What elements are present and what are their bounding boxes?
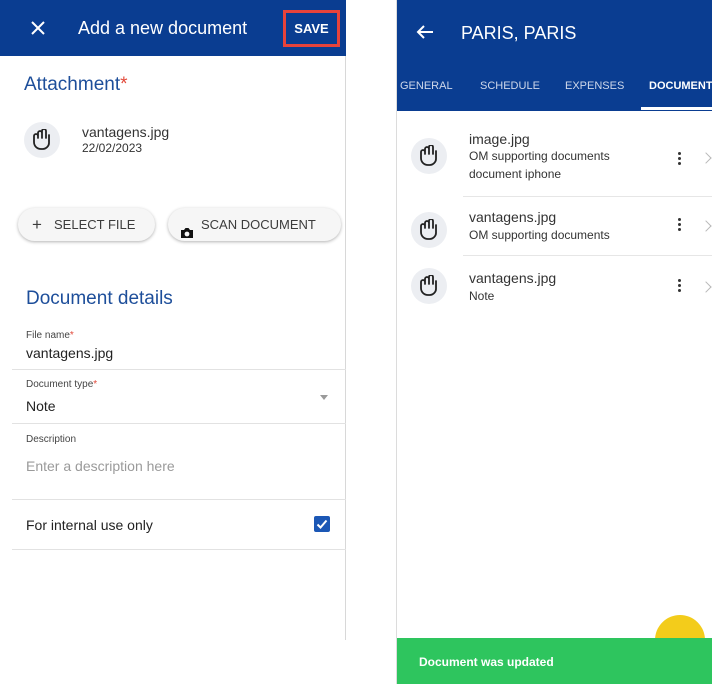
attachment-icon xyxy=(411,212,447,248)
document-name[interactable]: image.jpg xyxy=(469,131,530,147)
document-note: document iphone xyxy=(469,167,562,181)
add-document-header: Add a new document SAVE xyxy=(0,0,346,56)
scan-document-button[interactable]: SCAN DOCUMENT xyxy=(168,208,341,241)
attachment-icon xyxy=(411,138,447,174)
select-file-button[interactable]: + SELECT FILE xyxy=(18,208,155,241)
divider xyxy=(463,196,712,197)
more-vert-icon[interactable] xyxy=(678,218,682,232)
mission-documents-panel: PARIS, PARIS GENERAL SCHEDULE EXPENSES D… xyxy=(396,0,712,684)
attachment-icon xyxy=(411,268,447,304)
scan-document-label: SCAN DOCUMENT xyxy=(201,217,316,232)
divider xyxy=(463,255,712,256)
document-type-select[interactable]: Document type* Note xyxy=(12,370,346,424)
active-tab-indicator xyxy=(641,107,712,110)
required-mark: * xyxy=(69,330,74,341)
tab-schedule[interactable]: SCHEDULE xyxy=(480,80,540,92)
file-name-field[interactable]: File name* vantagens.jpg xyxy=(12,322,346,370)
document-subtitle: Note xyxy=(469,289,495,303)
document-name[interactable]: vantagens.jpg xyxy=(469,270,556,286)
description-placeholder: Enter a description here xyxy=(26,458,175,474)
mission-header: PARIS, PARIS xyxy=(397,0,712,63)
file-name-label-text: File name xyxy=(26,330,70,341)
more-vert-icon[interactable] xyxy=(678,279,682,293)
attachment-file-date: 22/02/2023 xyxy=(82,141,143,155)
select-file-label: SELECT FILE xyxy=(54,217,136,232)
chevron-right-icon[interactable] xyxy=(700,281,712,293)
attachment-section-title: Attachment* xyxy=(24,74,128,96)
add-document-panel: Add a new document SAVE Attachment* vant… xyxy=(0,0,346,640)
description-label: Description xyxy=(26,434,77,445)
document-type-label-text: Document type xyxy=(26,379,94,390)
plus-icon: + xyxy=(32,215,42,234)
tab-expenses[interactable]: EXPENSES xyxy=(565,80,624,92)
attachment-title-text: Attachment xyxy=(24,74,121,95)
mission-tabs: GENERAL SCHEDULE EXPENSES DOCUMENTS xyxy=(397,63,712,111)
document-name[interactable]: vantagens.jpg xyxy=(469,209,556,225)
document-subtitle: OM supporting documents xyxy=(469,228,610,242)
file-name-value: vantagens.jpg xyxy=(26,345,114,361)
chevron-down-icon xyxy=(320,395,328,400)
required-mark: * xyxy=(120,74,128,95)
tab-general[interactable]: GENERAL xyxy=(400,80,453,92)
chevron-right-icon[interactable] xyxy=(700,220,712,232)
tab-documents[interactable]: DOCUMENTS xyxy=(649,80,712,92)
back-arrow-icon[interactable] xyxy=(414,21,436,43)
more-vert-icon[interactable] xyxy=(678,152,682,166)
toast-message: Document was updated xyxy=(419,655,554,669)
close-icon[interactable] xyxy=(28,18,48,38)
camera-icon xyxy=(180,218,194,251)
document-details-title: Document details xyxy=(26,288,173,309)
screenshot-stage: Add a new document SAVE Attachment* vant… xyxy=(0,0,712,684)
file-name-label: File name* xyxy=(26,330,74,341)
page-title: Add a new document xyxy=(78,18,248,38)
document-type-value: Note xyxy=(26,398,56,414)
save-button[interactable]: SAVE xyxy=(283,10,340,47)
attachment-icon xyxy=(24,122,60,158)
attachment-file-name: vantagens.jpg xyxy=(82,124,170,140)
document-type-label: Document type* xyxy=(26,379,97,390)
chevron-right-icon[interactable] xyxy=(700,152,712,164)
toast-notification: Document was updated xyxy=(397,638,712,684)
document-subtitle: OM supporting documents xyxy=(469,149,610,163)
internal-use-row: For internal use only xyxy=(12,500,346,550)
checkbox-checked-icon[interactable] xyxy=(314,516,330,532)
required-mark: * xyxy=(93,379,98,390)
internal-use-label: For internal use only xyxy=(26,517,153,533)
description-field[interactable]: Description Enter a description here xyxy=(12,424,346,500)
mission-title: PARIS, PARIS xyxy=(461,23,577,43)
